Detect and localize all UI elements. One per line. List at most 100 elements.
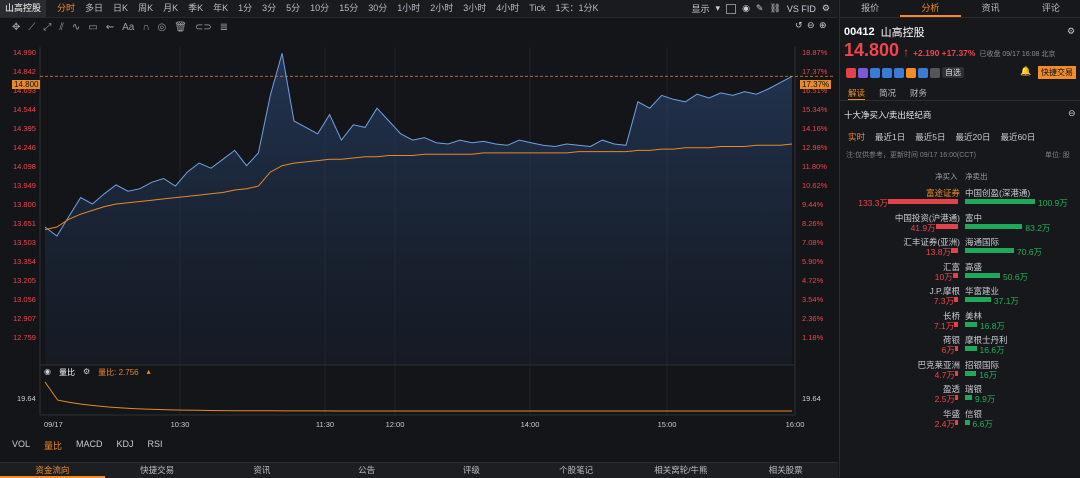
- move-icon[interactable]: ✥: [12, 22, 20, 33]
- gear-icon[interactable]: ⚙: [822, 3, 830, 14]
- gear-icon[interactable]: ⚙: [83, 367, 90, 378]
- bottom-tab[interactable]: 快捷交易: [105, 463, 210, 478]
- chevron-up-icon[interactable]: ▴: [147, 367, 151, 378]
- stack-icon[interactable]: ≣: [220, 22, 228, 33]
- timeframe-tab[interactable]: 5分: [281, 0, 305, 17]
- sub-tab[interactable]: 解读: [848, 87, 866, 101]
- timeframe-tab[interactable]: 4小时: [491, 0, 524, 17]
- share-icon[interactable]: [858, 67, 868, 78]
- timeframe-tab[interactable]: 月K: [158, 0, 183, 17]
- timeframe-tab[interactable]: 日K: [108, 0, 133, 17]
- timeframe-tab[interactable]: 2小时: [425, 0, 458, 17]
- panel-tab[interactable]: 报价: [840, 0, 900, 17]
- margin-icon[interactable]: [894, 67, 904, 78]
- indicator-tab[interactable]: VOL: [12, 439, 30, 452]
- timeframe-tab[interactable]: 周K: [133, 0, 158, 17]
- line-tool-icon[interactable]: ⟋: [28, 22, 35, 33]
- buy-bar: [951, 248, 958, 253]
- broker-row[interactable]: 长桥 美林 7.1万 16.8万: [840, 310, 1080, 331]
- timeframe-tab[interactable]: 1天：1分K: [550, 0, 603, 17]
- gear-icon[interactable]: ⚙: [1067, 26, 1075, 37]
- timeframe-tab[interactable]: 3分: [257, 0, 281, 17]
- checkbox-icon[interactable]: [726, 3, 737, 14]
- indicator-name[interactable]: 量比: [59, 367, 75, 378]
- chevron-down-icon[interactable]: ▾: [716, 3, 721, 14]
- pen-icon[interactable]: ✎: [756, 3, 764, 14]
- collapse-icon[interactable]: ⊖: [1068, 108, 1076, 119]
- timeframe-tab[interactable]: Tick: [524, 0, 550, 17]
- broker-row[interactable]: 荷银 摩根士丹利 6万 16.6万: [840, 334, 1080, 355]
- broker-row[interactable]: 巴克莱亚洲 招银国际 4.7万 16万: [840, 359, 1080, 380]
- timeframe-tab[interactable]: 3小时: [458, 0, 491, 17]
- grid-icon[interactable]: [930, 67, 940, 78]
- chain-icon[interactable]: ⊂⊃: [195, 22, 212, 33]
- self-select-button[interactable]: 自选: [942, 67, 964, 78]
- vs-fid-button[interactable]: VS FID: [787, 4, 816, 14]
- link-icon[interactable]: ⛓: [769, 3, 780, 14]
- bottom-tab[interactable]: 资讯: [210, 463, 315, 478]
- ray-tool-icon[interactable]: ⤢: [43, 22, 51, 33]
- timeframe-tab[interactable]: 1分: [233, 0, 257, 17]
- zoom-out-icon[interactable]: ⊖: [807, 20, 815, 31]
- broker-row[interactable]: 中国投资(沪港通) 富中 41.9万 83.2万: [840, 212, 1080, 233]
- indicator-tab[interactable]: MACD: [76, 439, 103, 452]
- indicator-tab[interactable]: RSI: [148, 439, 163, 452]
- timeframe-tab[interactable]: 分时: [52, 0, 80, 17]
- chat-icon[interactable]: [918, 67, 928, 78]
- bottom-tab[interactable]: 相关股票: [733, 463, 838, 478]
- panel-tab[interactable]: 评论: [1021, 0, 1080, 17]
- intraday-chart[interactable]: 14.99014.84214.69314.54414.39514.24614.0…: [0, 37, 838, 477]
- connect-icon[interactable]: [870, 67, 880, 78]
- eye-icon[interactable]: ◎: [158, 22, 167, 33]
- timeframe-tab[interactable]: 10分: [305, 0, 334, 17]
- period-tab[interactable]: 最近1日: [875, 131, 905, 143]
- channel-tool-icon[interactable]: ⫽: [59, 22, 63, 33]
- broker-row[interactable]: 汇丰证券(亚洲) 海通国际 13.8万 70.6万: [840, 236, 1080, 257]
- sub-tab[interactable]: 财务: [910, 87, 927, 101]
- rect-tool-icon[interactable]: ▭: [88, 22, 97, 33]
- broker-row[interactable]: J.P.摩根 华富建业 7.3万 37.1万: [840, 285, 1080, 306]
- bottom-tab[interactable]: 相关窝轮/牛熊: [629, 463, 734, 478]
- timeframe-tab[interactable]: 15分: [334, 0, 363, 17]
- panel-tab[interactable]: 分析: [900, 0, 961, 17]
- timeframe-tab[interactable]: 多日: [80, 0, 108, 17]
- bell-icon[interactable]: 🔔: [1020, 66, 1031, 77]
- broker-row[interactable]: 汇富 高盛 10万 50.6万: [840, 261, 1080, 282]
- quick-trade-button[interactable]: 快捷交易: [1038, 66, 1076, 79]
- wave-tool-icon[interactable]: ∿: [72, 22, 80, 33]
- bottom-tab[interactable]: 公告: [314, 463, 419, 478]
- eye-icon[interactable]: ◉: [44, 367, 51, 378]
- short-icon[interactable]: [882, 67, 892, 78]
- timeframe-tab[interactable]: 季K: [183, 0, 208, 17]
- broker-row[interactable]: 华盛 信银 2.4万 6.6万: [840, 408, 1080, 429]
- period-tab[interactable]: 最近20日: [955, 131, 990, 143]
- timeframe-tab[interactable]: 1小时: [392, 0, 425, 17]
- option-icon[interactable]: [906, 67, 916, 78]
- time-tick: 14:00: [521, 420, 540, 429]
- zoom-in-icon[interactable]: ⊕: [819, 20, 827, 31]
- bottom-tab[interactable]: 评级: [419, 463, 524, 478]
- period-tab[interactable]: 实时: [848, 131, 865, 143]
- timeframe-tab[interactable]: 30分: [363, 0, 392, 17]
- buy-bar: [954, 321, 958, 327]
- period-tab[interactable]: 最近60日: [1000, 131, 1035, 143]
- display-menu[interactable]: 显示: [692, 2, 710, 15]
- arrow-tool-icon[interactable]: ⇜: [106, 22, 114, 33]
- indicator-tab[interactable]: KDJ: [117, 439, 134, 452]
- camera-icon[interactable]: ◉: [742, 3, 750, 14]
- reset-icon[interactable]: ↺: [795, 20, 803, 31]
- indicator-tab[interactable]: 量比: [44, 439, 62, 452]
- bottom-tab[interactable]: 资金流向: [0, 463, 105, 478]
- hk-flag-icon[interactable]: [846, 67, 856, 78]
- broker-row[interactable]: 盈透 瑞银 2.5万 9.9万: [840, 383, 1080, 404]
- broker-row[interactable]: 富途证券 中国创盈(深港通) 133.3万 100.9万: [840, 187, 1080, 208]
- trash-icon[interactable]: 🗑: [174, 22, 187, 33]
- sub-tab[interactable]: 简况: [879, 87, 896, 101]
- text-tool-icon[interactable]: Aa: [122, 22, 134, 33]
- panel-tab[interactable]: 资讯: [961, 0, 1021, 17]
- stock-title-tab[interactable]: 山高控股: [0, 0, 47, 17]
- period-tab[interactable]: 最近5日: [915, 131, 945, 143]
- magnet-icon[interactable]: ∩: [142, 22, 149, 33]
- timeframe-tab[interactable]: 年K: [208, 0, 233, 17]
- bottom-tab[interactable]: 个股笔记: [524, 463, 629, 478]
